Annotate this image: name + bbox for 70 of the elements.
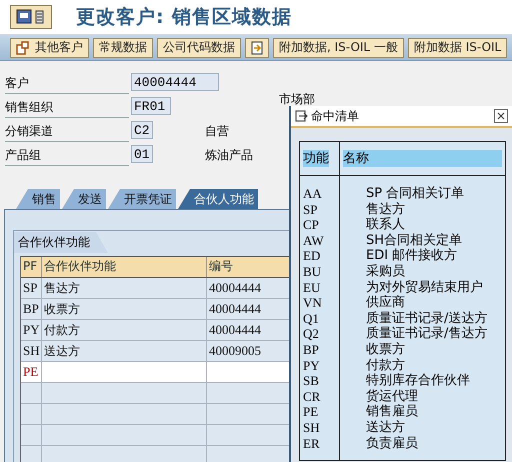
windows-icon — [16, 40, 30, 54]
toolbar-button[interactable]: 附加数据, IS-OIL 一般 — [273, 38, 404, 58]
table-cell: PY — [21, 320, 42, 340]
list-item[interactable]: 为对外贸易结束用户 — [366, 280, 505, 296]
field-description: 自营 — [205, 123, 230, 140]
list-item[interactable]: 付款方 — [366, 358, 505, 374]
input-field[interactable]: 40004444 — [131, 73, 219, 91]
column-header: 合作伙伴功能 — [42, 257, 207, 277]
list-item[interactable]: CR — [303, 388, 339, 404]
list-item[interactable]: 质量证书记录/送达方 — [366, 310, 505, 326]
dialog-title: 命中清单 — [311, 108, 360, 124]
list-item[interactable]: SH合同相关定单 — [366, 232, 505, 248]
column-header: 名称 — [343, 150, 502, 167]
list-item[interactable]: 负责雇员 — [366, 436, 505, 452]
table-cell: 付款方 — [42, 320, 207, 340]
table-cell: PE — [21, 362, 42, 382]
list-item[interactable]: AA — [303, 186, 339, 202]
list-item[interactable]: 售达方 — [366, 202, 505, 218]
input-field[interactable]: C2 — [131, 121, 153, 139]
list-item[interactable]: 货运代理 — [366, 388, 505, 404]
input-field[interactable]: FR01 — [131, 97, 171, 115]
window-icon — [295, 110, 308, 122]
table-cell: SP — [21, 278, 42, 298]
list-item[interactable]: ER — [303, 436, 339, 452]
tab[interactable]: 发送 — [62, 189, 106, 209]
tab[interactable]: 销售 — [16, 189, 60, 209]
menu-icon — [16, 9, 46, 25]
document-icon — [251, 40, 263, 54]
group-title: 合作伙伴功能 — [14, 232, 108, 253]
toolbar-button[interactable]: 常规数据 — [93, 38, 153, 58]
list-item[interactable]: 采购员 — [366, 264, 505, 280]
list-item[interactable]: 收票方 — [366, 342, 505, 358]
column-header: 功能 — [303, 150, 329, 167]
field-label: 客户 — [5, 73, 129, 94]
field-label: 销售组织 — [5, 97, 129, 118]
table-cell: SH — [21, 341, 42, 361]
list-item[interactable]: EDI 邮件接收方 — [366, 248, 505, 264]
table-cell: 售达方 — [42, 278, 207, 298]
column-header: PF — [21, 257, 42, 277]
toolbar-button[interactable]: 其他客户 — [10, 38, 89, 58]
list-item[interactable]: 供应商 — [366, 295, 505, 311]
close-button[interactable] — [494, 109, 508, 123]
tab[interactable]: 开票凭证 — [108, 189, 176, 209]
table-cell: 送达方 — [42, 341, 207, 361]
menu-button[interactable] — [10, 5, 52, 29]
field-label: 产品组 — [5, 145, 129, 166]
list-item[interactable]: SP 合同相关订单 — [366, 186, 505, 202]
tab[interactable]: 合伙人功能 — [178, 189, 258, 209]
list-item[interactable]: 特别库存合作伙伴 — [366, 373, 505, 389]
screen-title: 更改客户: 销售区域数据 — [76, 5, 292, 30]
toolbar-button[interactable]: 附加数据 IS-OIL — [408, 38, 508, 58]
list-item[interactable]: CP — [303, 217, 339, 233]
field-label: 市场部 — [279, 92, 316, 106]
list-item[interactable]: 送达方 — [366, 420, 505, 436]
list-item[interactable]: 销售雇员 — [366, 404, 505, 420]
list-item[interactable]: 联系人 — [366, 217, 505, 233]
input-field[interactable]: 01 — [131, 145, 153, 163]
list-item[interactable]: SB — [303, 373, 339, 389]
close-icon — [497, 112, 505, 120]
list-item[interactable]: 质量证书记录/售达方 — [366, 326, 505, 342]
field-label: 分销渠道 — [5, 121, 129, 142]
list-item[interactable]: SH — [303, 420, 339, 436]
toolbar-button[interactable]: 公司代码数据 — [157, 38, 241, 58]
list-item[interactable]: PE — [303, 404, 339, 420]
list-item[interactable]: AW — [303, 232, 339, 248]
toolbar-button[interactable] — [245, 38, 269, 58]
field-description: 炼油产品 — [205, 147, 254, 164]
table-cell: BP — [21, 299, 42, 319]
list-item[interactable]: SP — [303, 202, 339, 218]
table-cell: 收票方 — [42, 299, 207, 319]
